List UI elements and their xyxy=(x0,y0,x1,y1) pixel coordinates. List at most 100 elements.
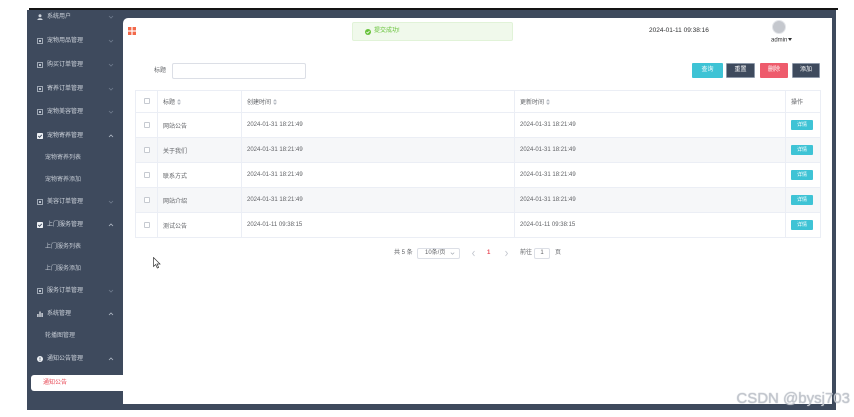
detail-button[interactable]: 详情 xyxy=(791,120,813,130)
table-row: 测试公告 2024-01-11 09:38:15 2024-01-11 09:3… xyxy=(135,212,821,238)
add-button[interactable]: 添加 xyxy=(792,63,820,78)
sidebar-item-pet-supplies[interactable]: 宠物用品管理 xyxy=(27,34,123,48)
detail-button[interactable]: 详情 xyxy=(791,195,813,205)
sidebar-item-system-users[interactable]: 系统用户 xyxy=(27,10,123,24)
column-header-label: 创建时间 xyxy=(247,100,272,106)
goto-page-input[interactable]: 1 xyxy=(534,248,550,259)
sidebar-subitem-carousel[interactable]: 轮播图管理 xyxy=(27,329,123,343)
table-row: 网站公告 2024-01-31 18:21:49 2024-01-31 18:2… xyxy=(135,112,821,138)
row-checkbox[interactable] xyxy=(143,221,150,228)
detail-button[interactable]: 详情 xyxy=(791,220,813,230)
sidebar-subitem-boarding-list[interactable]: 宠物寄养列表 xyxy=(27,151,123,165)
cell-updated: 2024-01-31 18:21:49 xyxy=(514,112,786,138)
cell-updated: 2024-01-31 18:21:49 xyxy=(514,162,786,188)
column-header-title[interactable]: 标题 xyxy=(157,90,242,113)
cell-actions: 详情 xyxy=(785,162,821,188)
column-header-created[interactable]: 创建时间 xyxy=(241,90,515,113)
main-content: 提交成功! 2024-01-11 09:38:16 admin 标题 查询 重置… xyxy=(123,18,832,404)
menu-square-icon xyxy=(37,38,43,44)
sidebar-subitem-service-list[interactable]: 上门服务列表 xyxy=(27,240,123,254)
sidebar-subitem-boarding-add[interactable]: 宠物寄养添加 xyxy=(27,173,123,187)
sidebar-item-system-management[interactable]: 系统管理 xyxy=(27,307,123,321)
cell-created: 2024-01-31 18:21:49 xyxy=(241,162,515,188)
sidebar-item-label: 宠物用品管理 xyxy=(47,38,84,44)
delete-button[interactable]: 删除 xyxy=(760,63,788,78)
chevron-down-icon xyxy=(450,251,455,260)
user-menu[interactable]: admin xyxy=(771,36,793,45)
info-circle-icon xyxy=(37,356,43,362)
pagination-total: 共 5 条 xyxy=(394,250,413,256)
cell-created: 2024-01-31 18:21:49 xyxy=(241,137,515,163)
row-checkbox[interactable] xyxy=(143,171,150,178)
row-select-cell xyxy=(135,162,158,188)
chevron-down-icon xyxy=(108,14,114,20)
row-select-cell xyxy=(135,212,158,238)
page-size-select[interactable]: 10条/页 xyxy=(417,248,460,259)
checked-square-icon xyxy=(37,133,43,139)
sort-icon[interactable] xyxy=(273,99,278,106)
sidebar-item-notice-management[interactable]: 通知公告管理 xyxy=(27,352,123,366)
goto-label: 前往 xyxy=(520,250,533,256)
sidebar-item-home-service[interactable]: 上门服务管理 xyxy=(27,218,123,232)
bar-chart-icon xyxy=(37,311,43,317)
cell-created: 2024-01-11 09:38:15 xyxy=(241,212,515,238)
sidebar-item-label: 系统用户 xyxy=(47,14,72,20)
cell-title: 网站介绍 xyxy=(157,187,242,213)
sidebar-item-label: 宠物美容管理 xyxy=(47,109,84,115)
column-header-label: 更新时间 xyxy=(520,100,545,106)
menu-square-icon xyxy=(37,109,43,115)
column-header-actions: 操作 xyxy=(785,90,821,113)
caret-down-icon xyxy=(788,36,793,44)
row-checkbox[interactable] xyxy=(143,121,150,128)
sidebar-item-label: 购买订单管理 xyxy=(47,62,84,68)
chevron-down-icon xyxy=(108,288,114,294)
sidebar-item-label: 寄养订单管理 xyxy=(47,86,84,92)
query-button[interactable]: 查询 xyxy=(692,63,723,78)
sidebar-item-purchase-orders[interactable]: 购买订单管理 xyxy=(27,58,123,72)
detail-button[interactable]: 详情 xyxy=(791,145,813,155)
row-checkbox[interactable] xyxy=(143,146,150,153)
sidebar-subitem-service-add[interactable]: 上门服务添加 xyxy=(27,262,123,276)
sidebar-subitem-notices[interactable]: 通知公告 xyxy=(31,375,123,391)
current-page[interactable]: 1 xyxy=(487,248,490,259)
sort-icon[interactable] xyxy=(546,99,551,106)
table-header-row: 标题 创建时间 更新时间 操作 xyxy=(135,90,821,113)
row-checkbox[interactable] xyxy=(143,196,150,203)
sidebar-item-pet-boarding[interactable]: 宠物寄养管理 xyxy=(27,129,123,143)
row-select-cell xyxy=(135,187,158,213)
select-all-cell xyxy=(135,90,158,113)
watermark: CSDN @bysj703 xyxy=(736,390,850,407)
sort-icon[interactable] xyxy=(177,99,182,106)
sidebar-item-label: 宠物寄养列表 xyxy=(45,155,82,161)
search-title-label: 标题 xyxy=(154,68,167,74)
notice-table: 标题 创建时间 更新时间 操作 网站公告 2024-01-31 18:21:49… xyxy=(135,90,821,238)
cell-actions: 详情 xyxy=(785,187,821,213)
column-header-label: 标题 xyxy=(163,100,176,106)
menu-square-icon xyxy=(37,288,43,294)
sidebar-item-grooming-orders[interactable]: 美容订单管理 xyxy=(27,195,123,209)
menu-grid-icon[interactable] xyxy=(128,27,136,35)
chevron-up-icon xyxy=(108,356,114,362)
detail-button[interactable]: 详情 xyxy=(791,170,813,180)
chevron-down-icon xyxy=(108,199,114,205)
cell-created: 2024-01-31 18:21:49 xyxy=(241,112,515,138)
prev-page-icon[interactable] xyxy=(471,250,476,257)
sidebar-item-label: 轮播图管理 xyxy=(45,333,76,339)
search-title-input[interactable] xyxy=(172,63,306,79)
select-all-checkbox[interactable] xyxy=(143,98,150,105)
chevron-down-icon xyxy=(108,38,114,44)
sidebar-item-pet-grooming[interactable]: 宠物美容管理 xyxy=(27,105,123,119)
chevron-up-icon xyxy=(108,222,114,228)
sidebar-item-label: 上门服务列表 xyxy=(45,244,82,250)
next-page-icon[interactable] xyxy=(504,250,509,257)
column-header-updated[interactable]: 更新时间 xyxy=(514,90,786,113)
menu-square-icon xyxy=(37,86,43,92)
reset-button[interactable]: 重置 xyxy=(726,63,755,78)
avatar[interactable] xyxy=(772,20,786,34)
goto-suffix: 页 xyxy=(555,250,562,256)
sidebar-item-label: 通知公告管理 xyxy=(47,356,84,362)
username: admin xyxy=(771,37,788,44)
sidebar-item-service-orders[interactable]: 服务订单管理 xyxy=(27,284,123,298)
sidebar-item-boarding-orders[interactable]: 寄养订单管理 xyxy=(27,82,123,96)
cell-updated: 2024-01-31 18:21:49 xyxy=(514,137,786,163)
